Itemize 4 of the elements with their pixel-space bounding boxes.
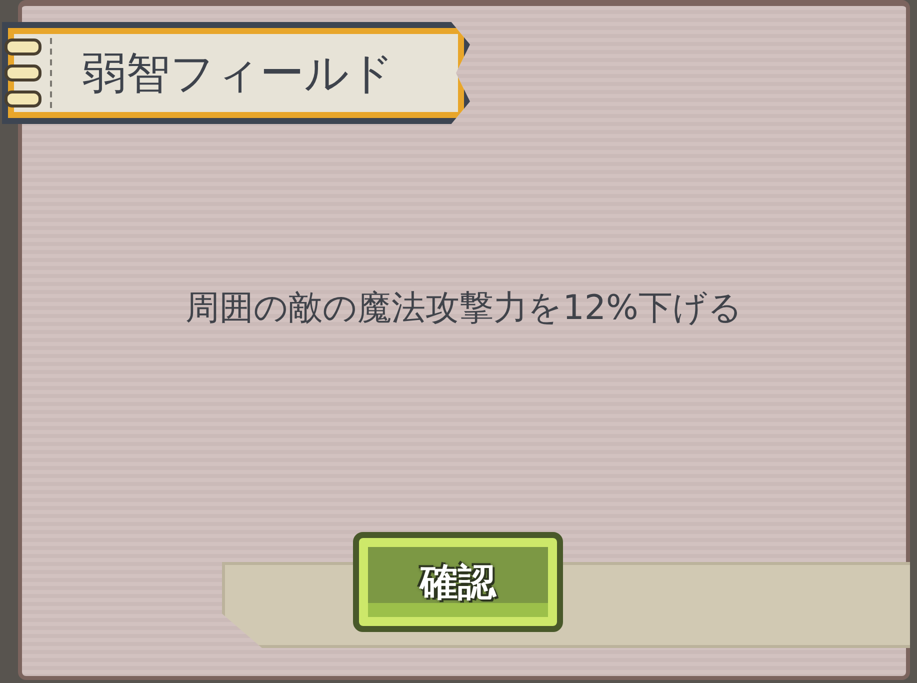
- description-text: 周囲の敵の魔法攻撃力を12%下げる: [186, 287, 742, 330]
- confirm-button[interactable]: 確認: [353, 532, 563, 632]
- binder-rings-icon: [4, 38, 52, 108]
- dialog-title: 弱智フィールド: [82, 46, 394, 100]
